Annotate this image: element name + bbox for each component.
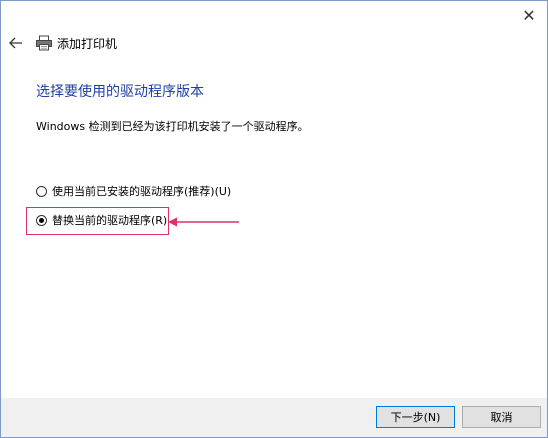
cancel-button[interactable]: 取消 xyxy=(462,406,541,428)
wizard-title: 添加打印机 xyxy=(57,36,118,51)
radio-use-installed-driver[interactable] xyxy=(36,185,47,197)
page-description: Windows 检测到已经为该打印机安装了一个驱动程序。 xyxy=(36,120,309,133)
wizard-footer: 下一步(N) 取消 xyxy=(1,398,547,437)
close-icon: ✕ xyxy=(522,5,536,25)
close-button[interactable]: ✕ xyxy=(517,4,541,26)
annotation-highlight-box xyxy=(26,207,169,235)
printer-icon xyxy=(35,35,53,51)
annotation-arrow-icon xyxy=(168,217,239,227)
page-heading: 选择要使用的驱动程序版本 xyxy=(36,84,204,100)
next-button[interactable]: 下一步(N) xyxy=(376,406,455,428)
option-label: 使用当前已安装的驱动程序(推荐)(U) xyxy=(52,185,232,198)
back-arrow-icon[interactable] xyxy=(9,36,23,50)
wizard-window: ✕ 添加打印机 选择要使用的驱动程序版本 Windows 检测到已经为该打印机安… xyxy=(0,0,548,438)
wizard-header: 添加打印机 xyxy=(9,33,117,53)
option-use-installed-driver[interactable]: 使用当前已安装的驱动程序(推荐)(U) xyxy=(36,183,231,199)
